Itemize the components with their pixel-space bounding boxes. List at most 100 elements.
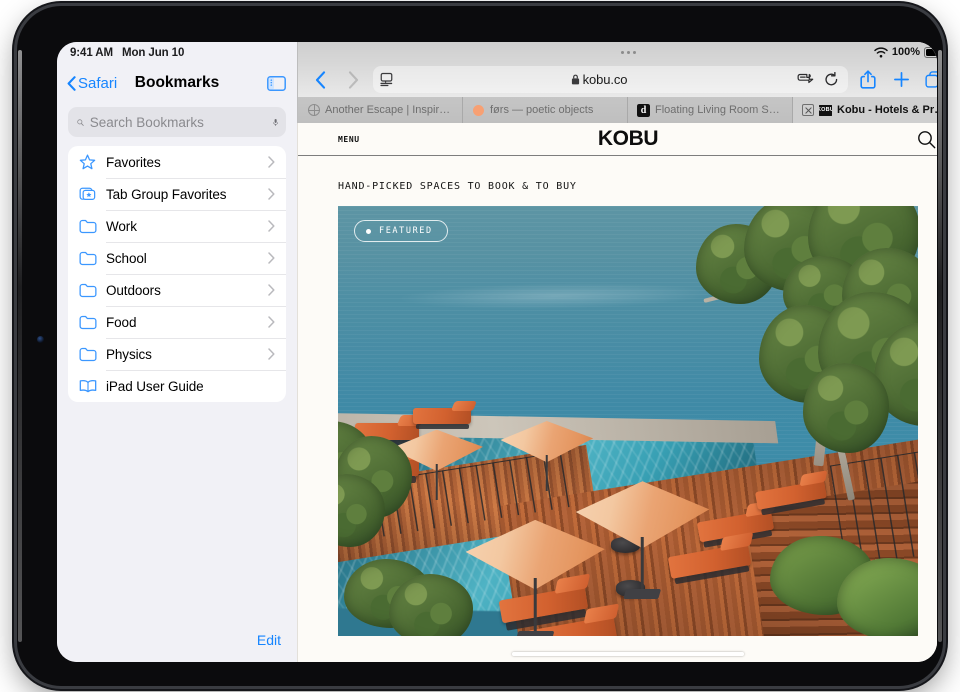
featured-badge[interactable]: FEATURED	[354, 220, 448, 242]
bookmark-item-physics[interactable]: Physics	[68, 338, 286, 370]
tab-title: Kobu - Hotels & Propert…	[837, 104, 937, 116]
book-icon	[79, 379, 99, 393]
chevron-right-icon	[268, 316, 286, 328]
chevron-right-icon	[268, 156, 286, 168]
bookmark-item-school[interactable]: School	[68, 242, 286, 274]
deck-railing-right	[829, 446, 918, 568]
new-tab-button[interactable]	[888, 67, 914, 93]
tab-title: Floating Living Room Se…	[655, 104, 783, 116]
umbrella	[465, 519, 605, 636]
folder-icon	[79, 315, 99, 330]
sidebar-toggle-glyph	[267, 75, 286, 91]
lock-icon	[571, 74, 579, 85]
bookmark-label: Favorites	[106, 154, 161, 170]
site-header: MENU KOBU	[298, 123, 937, 156]
url-display[interactable]: kobu.co	[409, 72, 789, 87]
tab-title: Another Escape | Inspir…	[325, 104, 451, 116]
chevron-right-icon	[268, 188, 286, 200]
browser-tab-kobu[interactable]: KOBU Kobu - Hotels & Propert…	[793, 97, 937, 123]
back-to-safari-button[interactable]: Safari	[67, 75, 117, 92]
search-input[interactable]	[89, 114, 267, 130]
site-logo: KOBU	[597, 127, 659, 150]
back-label: Safari	[78, 74, 118, 92]
bookmark-item-food[interactable]: Food	[68, 306, 286, 338]
bookmark-label: School	[106, 250, 147, 266]
status-time: 9:41 AM	[70, 47, 113, 59]
chevron-right-icon	[268, 252, 286, 264]
ipad-device-frame: 9:41 AM Mon Jun 10 Safari Bookmarks Sear…	[17, 6, 943, 686]
search-icon	[77, 118, 84, 126]
sidebar-footer: Edit	[57, 618, 297, 662]
bookmark-item-favorites[interactable]: Favorites	[68, 146, 286, 178]
bookmark-label: Work	[106, 218, 137, 234]
share-button[interactable]	[855, 67, 881, 93]
folder-icon	[79, 347, 99, 362]
battery-percent: 100%	[891, 46, 920, 58]
folder-icon	[79, 283, 99, 298]
kobu-favicon: KOBU	[819, 104, 832, 117]
reload-button[interactable]	[819, 69, 843, 91]
url-text: kobu.co	[582, 72, 628, 87]
folder-icon	[79, 251, 99, 266]
address-bar-actions	[793, 69, 843, 91]
extensions-button[interactable]	[793, 69, 817, 91]
lounger	[413, 400, 477, 429]
status-bar-left: 9:41 AM Mon Jun 10	[57, 42, 297, 64]
status-date: Mon Jun 10	[121, 47, 185, 59]
bookmark-label: Tab Group Favorites	[106, 186, 227, 202]
browser-chrome: 100% kobu.co	[297, 42, 937, 97]
search-container	[57, 102, 297, 146]
search-icon	[918, 130, 936, 148]
site-menu-button[interactable]: MENU	[338, 135, 360, 144]
battery-full-icon	[924, 46, 937, 58]
bookmark-label: Physics	[106, 346, 152, 362]
browser-tab-floating-living-room[interactable]: d Floating Living Room Se…	[628, 97, 793, 123]
edit-button[interactable]: Edit	[257, 632, 281, 648]
tabs-icon	[925, 70, 937, 88]
bookmark-item-tab-group-favorites[interactable]: Tab Group Favorites	[68, 178, 286, 210]
microphone-icon[interactable]	[272, 115, 278, 130]
reload-icon	[824, 72, 837, 86]
web-page-content: MENU KOBU HAND-PICKED SPACES TO BOOK & T…	[297, 123, 937, 662]
tab-strip: Another Escape | Inspir… førs — poetic o…	[297, 97, 937, 123]
letter-d-favicon: d	[637, 103, 650, 117]
bookmark-item-outdoors[interactable]: Outdoors	[68, 274, 286, 306]
window-grabber-row: 100%	[298, 42, 937, 62]
page-settings-button[interactable]	[379, 72, 405, 87]
status-bar-right: 100%	[874, 42, 937, 62]
umbrella	[500, 421, 594, 492]
tab-title: førs — poetic objects	[490, 104, 594, 116]
multitask-grabber-icon[interactable]	[620, 50, 636, 54]
chevron-right-icon	[268, 348, 286, 360]
search-field[interactable]	[68, 107, 286, 137]
bezel-highlight-left	[18, 50, 22, 642]
back-button[interactable]	[307, 67, 333, 93]
chevron-right-icon	[268, 284, 286, 296]
extensions-icon	[797, 73, 813, 83]
bookmark-item-ipad-user-guide[interactable]: iPad User Guide	[68, 370, 286, 402]
hero-image[interactable]: FEATURED	[338, 206, 918, 636]
chevron-left-icon	[315, 70, 325, 89]
page-settings-icon	[380, 72, 393, 87]
close-tab-button[interactable]	[802, 104, 814, 116]
chevron-left-icon	[67, 75, 76, 91]
home-indicator[interactable]	[512, 651, 744, 656]
bezel-highlight-right	[938, 50, 942, 642]
bullet-dot-icon	[366, 228, 371, 234]
safari-browser-pane: 100% kobu.co Another Escape | Inspir… fø…	[297, 42, 937, 662]
browser-tab-another-escape[interactable]: Another Escape | Inspir…	[298, 97, 463, 123]
plus-icon	[893, 72, 909, 87]
bookmark-item-work[interactable]: Work	[68, 210, 286, 242]
share-icon	[860, 70, 876, 89]
umbrella	[390, 429, 483, 500]
bookmarks-list: Favorites Tab Group Favorites Work Schoo…	[68, 146, 286, 402]
site-search-button[interactable]	[917, 130, 936, 149]
folder-icon	[79, 219, 99, 234]
tab-overview-button[interactable]	[921, 67, 937, 93]
address-bar[interactable]: kobu.co	[373, 66, 848, 93]
sidebar-header: Safari Bookmarks	[57, 64, 297, 102]
chevron-right-icon	[348, 70, 358, 89]
browser-tab-fors[interactable]: førs — poetic objects	[463, 97, 628, 123]
forward-button[interactable]	[340, 67, 366, 93]
sidebar-toggle-icon[interactable]	[267, 75, 286, 91]
